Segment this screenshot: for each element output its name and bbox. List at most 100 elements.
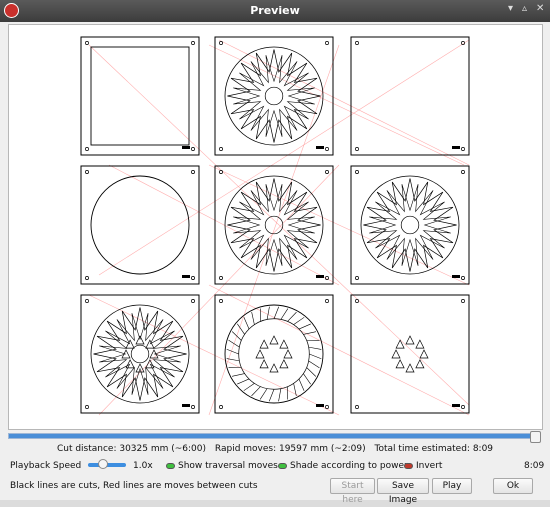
- invert-toggle[interactable]: Invert: [404, 461, 442, 471]
- triangle-mark: [280, 340, 288, 348]
- ring-spoke: [307, 368, 316, 377]
- outer-circle: [225, 305, 323, 403]
- minimize-icon[interactable]: ▾: [508, 3, 513, 14]
- ring-spoke: [244, 317, 249, 329]
- triangle-mark: [280, 360, 288, 368]
- rapid-moves: Rapid moves: 19597 mm (~2:09): [215, 444, 366, 454]
- registration-dot: [355, 405, 358, 408]
- registration-dot: [191, 41, 194, 44]
- tile-frame: [215, 295, 333, 413]
- outer-circle: [225, 47, 323, 145]
- ring-spoke: [279, 389, 281, 402]
- toggle-icon: [278, 463, 287, 469]
- registration-dot: [85, 276, 88, 279]
- star-pattern-inner: [233, 184, 315, 266]
- maximize-icon[interactable]: ▵: [522, 3, 527, 14]
- tile-marker: [452, 146, 460, 149]
- total-time: Total time estimated: 8:09: [375, 444, 494, 454]
- traversal-move: [219, 40, 469, 165]
- registration-dot: [85, 147, 88, 150]
- elapsed-time: 8:09: [524, 461, 544, 471]
- ring-spoke: [232, 332, 241, 341]
- traversal-move: [99, 165, 339, 415]
- tile-marker: [452, 275, 460, 278]
- triangle-mark: [420, 350, 428, 358]
- progress-knob[interactable]: [530, 431, 541, 443]
- ring-spoke: [260, 389, 267, 400]
- cut-distance: Cut distance: 30325 mm (~6:00): [57, 444, 206, 454]
- preview-window: Preview ▾ ▵ ✕ Cut distance: 30325 mm (~6…: [0, 0, 550, 500]
- tile-marker: [316, 275, 324, 278]
- registration-dot: [355, 147, 358, 150]
- preview-canvas[interactable]: [8, 24, 543, 430]
- center-circle: [265, 216, 283, 234]
- preview-drawing: [9, 25, 542, 429]
- registration-dot: [355, 276, 358, 279]
- registration-dot: [191, 276, 194, 279]
- playback-speed-slider[interactable]: [88, 463, 126, 467]
- registration-dot: [191, 299, 194, 302]
- registration-dot: [461, 405, 464, 408]
- tile-frame: [351, 295, 469, 413]
- ring-spoke: [309, 361, 320, 368]
- registration-dot: [85, 405, 88, 408]
- ring-spoke: [288, 312, 297, 321]
- registration-dot: [461, 276, 464, 279]
- triangle-mark: [284, 350, 292, 358]
- tile-frame: [351, 166, 469, 284]
- registration-dot: [219, 41, 222, 44]
- start-here-button[interactable]: Start here: [330, 478, 375, 494]
- playback-progress[interactable]: [8, 433, 541, 439]
- traversal-move: [209, 45, 339, 415]
- registration-dot: [85, 41, 88, 44]
- registration-dot: [191, 147, 194, 150]
- ring-spoke: [244, 383, 255, 390]
- tile-frame: [81, 166, 199, 284]
- ok-button[interactable]: Ok: [493, 478, 533, 494]
- star-pattern-inner: [99, 313, 181, 395]
- triangle-mark: [416, 340, 424, 348]
- triangle-mark: [406, 364, 414, 372]
- toggle-icon: [404, 463, 413, 469]
- triangle-mark: [396, 340, 404, 348]
- save-image-button[interactable]: Save Image: [377, 478, 429, 494]
- registration-dot: [355, 41, 358, 44]
- center-circle: [265, 87, 283, 105]
- traversal-move: [209, 45, 464, 165]
- window-title: Preview: [0, 4, 550, 17]
- registration-dot: [191, 405, 194, 408]
- show-traversal-toggle[interactable]: Show traversal moves: [166, 461, 278, 471]
- registration-dot: [219, 147, 222, 150]
- registration-dot: [219, 299, 222, 302]
- ring-spoke: [267, 307, 269, 320]
- triangle-mark: [260, 340, 268, 348]
- registration-dot: [85, 170, 88, 173]
- star-pattern: [94, 307, 187, 400]
- registration-dot: [461, 170, 464, 173]
- registration-dot: [219, 170, 222, 173]
- registration-dot: [355, 170, 358, 173]
- inner-square: [91, 47, 189, 145]
- registration-dot: [219, 276, 222, 279]
- tile-frame: [81, 295, 199, 413]
- star-pattern: [227, 50, 320, 143]
- stats-line: Cut distance: 30325 mm (~6:00) Rapid mov…: [0, 444, 550, 454]
- close-icon[interactable]: ✕: [536, 3, 544, 14]
- shade-power-toggle[interactable]: Shade according to power: [278, 461, 408, 471]
- outer-circle: [91, 176, 189, 274]
- tile-marker: [182, 404, 190, 407]
- ring-spoke: [252, 387, 261, 396]
- registration-dot: [219, 405, 222, 408]
- triangle-mark: [270, 364, 278, 372]
- tile-marker: [316, 146, 324, 149]
- triangle-mark: [396, 360, 404, 368]
- outer-circle: [225, 176, 323, 274]
- speed-slider-handle[interactable]: [98, 459, 108, 469]
- ring-spoke: [294, 317, 305, 324]
- outer-circle: [361, 176, 459, 274]
- triangle-mark: [270, 336, 278, 344]
- play-button[interactable]: Play: [432, 478, 472, 494]
- title-bar: Preview ▾ ▵ ✕: [0, 0, 550, 22]
- tile-marker: [316, 404, 324, 407]
- registration-dot: [355, 299, 358, 302]
